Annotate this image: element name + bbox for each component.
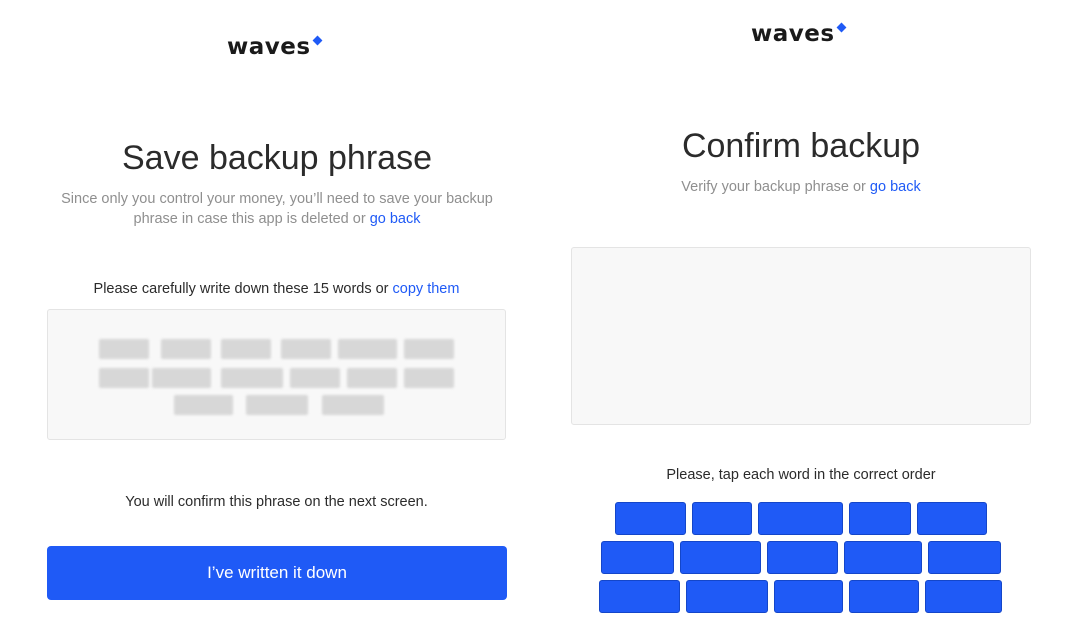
diamond-icon [312,35,323,46]
word-button[interactable] [692,502,752,535]
go-back-link[interactable]: go back [870,179,921,195]
waves-logo: waves [227,34,323,60]
hidden-word [404,368,454,388]
word-button[interactable] [686,580,768,613]
hidden-word [152,368,211,388]
page-subtitle: Verify your backup phrase or go back [571,177,1031,197]
hidden-word [161,339,211,359]
word-button[interactable] [844,541,922,574]
hidden-word [221,339,271,359]
word-button[interactable] [767,541,838,574]
hidden-word [322,395,384,415]
hidden-word [347,368,397,388]
subtitle-text: Verify your backup phrase or [681,179,870,195]
selected-words-area[interactable] [571,247,1031,425]
hidden-word [290,368,340,388]
word-button[interactable] [849,580,919,613]
tap-words-instruction: Please, tap each word in the correct ord… [666,467,936,483]
word-button[interactable] [680,541,761,574]
written-it-down-button[interactable]: I’ve written it down [47,546,507,600]
backup-phrase-box [47,309,506,440]
word-button[interactable] [599,580,680,613]
save-backup-screen: waves Save backup phrase Since only you … [0,0,554,636]
subtitle-line-1: Since only you control your money, you’l… [61,191,493,207]
write-down-instruction: Please carefully write down these 15 wor… [47,281,506,297]
instruction-text: Please carefully write down these 15 wor… [93,281,393,297]
hidden-word [99,339,149,359]
diamond-icon [836,22,847,33]
hidden-word [281,339,331,359]
word-button[interactable] [928,541,1001,574]
word-button[interactable] [601,541,674,574]
page-title: Confirm backup [681,127,921,165]
copy-them-link[interactable]: copy them [393,281,460,297]
page-subtitle: Since only you control your money, you’l… [40,189,514,229]
hidden-word [404,339,454,359]
button-label: I’ve written it down [207,563,347,582]
hidden-word [99,368,149,388]
word-button[interactable] [925,580,1002,613]
word-button[interactable] [758,502,843,535]
waves-logo: waves [751,21,847,47]
word-button[interactable] [774,580,843,613]
logo-text: waves [751,21,835,47]
page-title: Save backup phrase [122,139,432,177]
subtitle-text: phrase in case this app is deleted or [133,211,370,227]
word-button[interactable] [917,502,987,535]
hidden-word [338,339,397,359]
hidden-word [246,395,308,415]
hidden-word [221,368,283,388]
confirm-backup-screen: waves Confirm backup Verify your backup … [554,0,1069,636]
go-back-link[interactable]: go back [370,211,421,227]
next-screen-note: You will confirm this phrase on the next… [125,494,428,510]
logo-text: waves [227,34,311,60]
subtitle-line-2: phrase in case this app is deleted or go… [40,209,514,229]
word-button[interactable] [615,502,686,535]
word-button[interactable] [849,502,911,535]
hidden-word [174,395,233,415]
